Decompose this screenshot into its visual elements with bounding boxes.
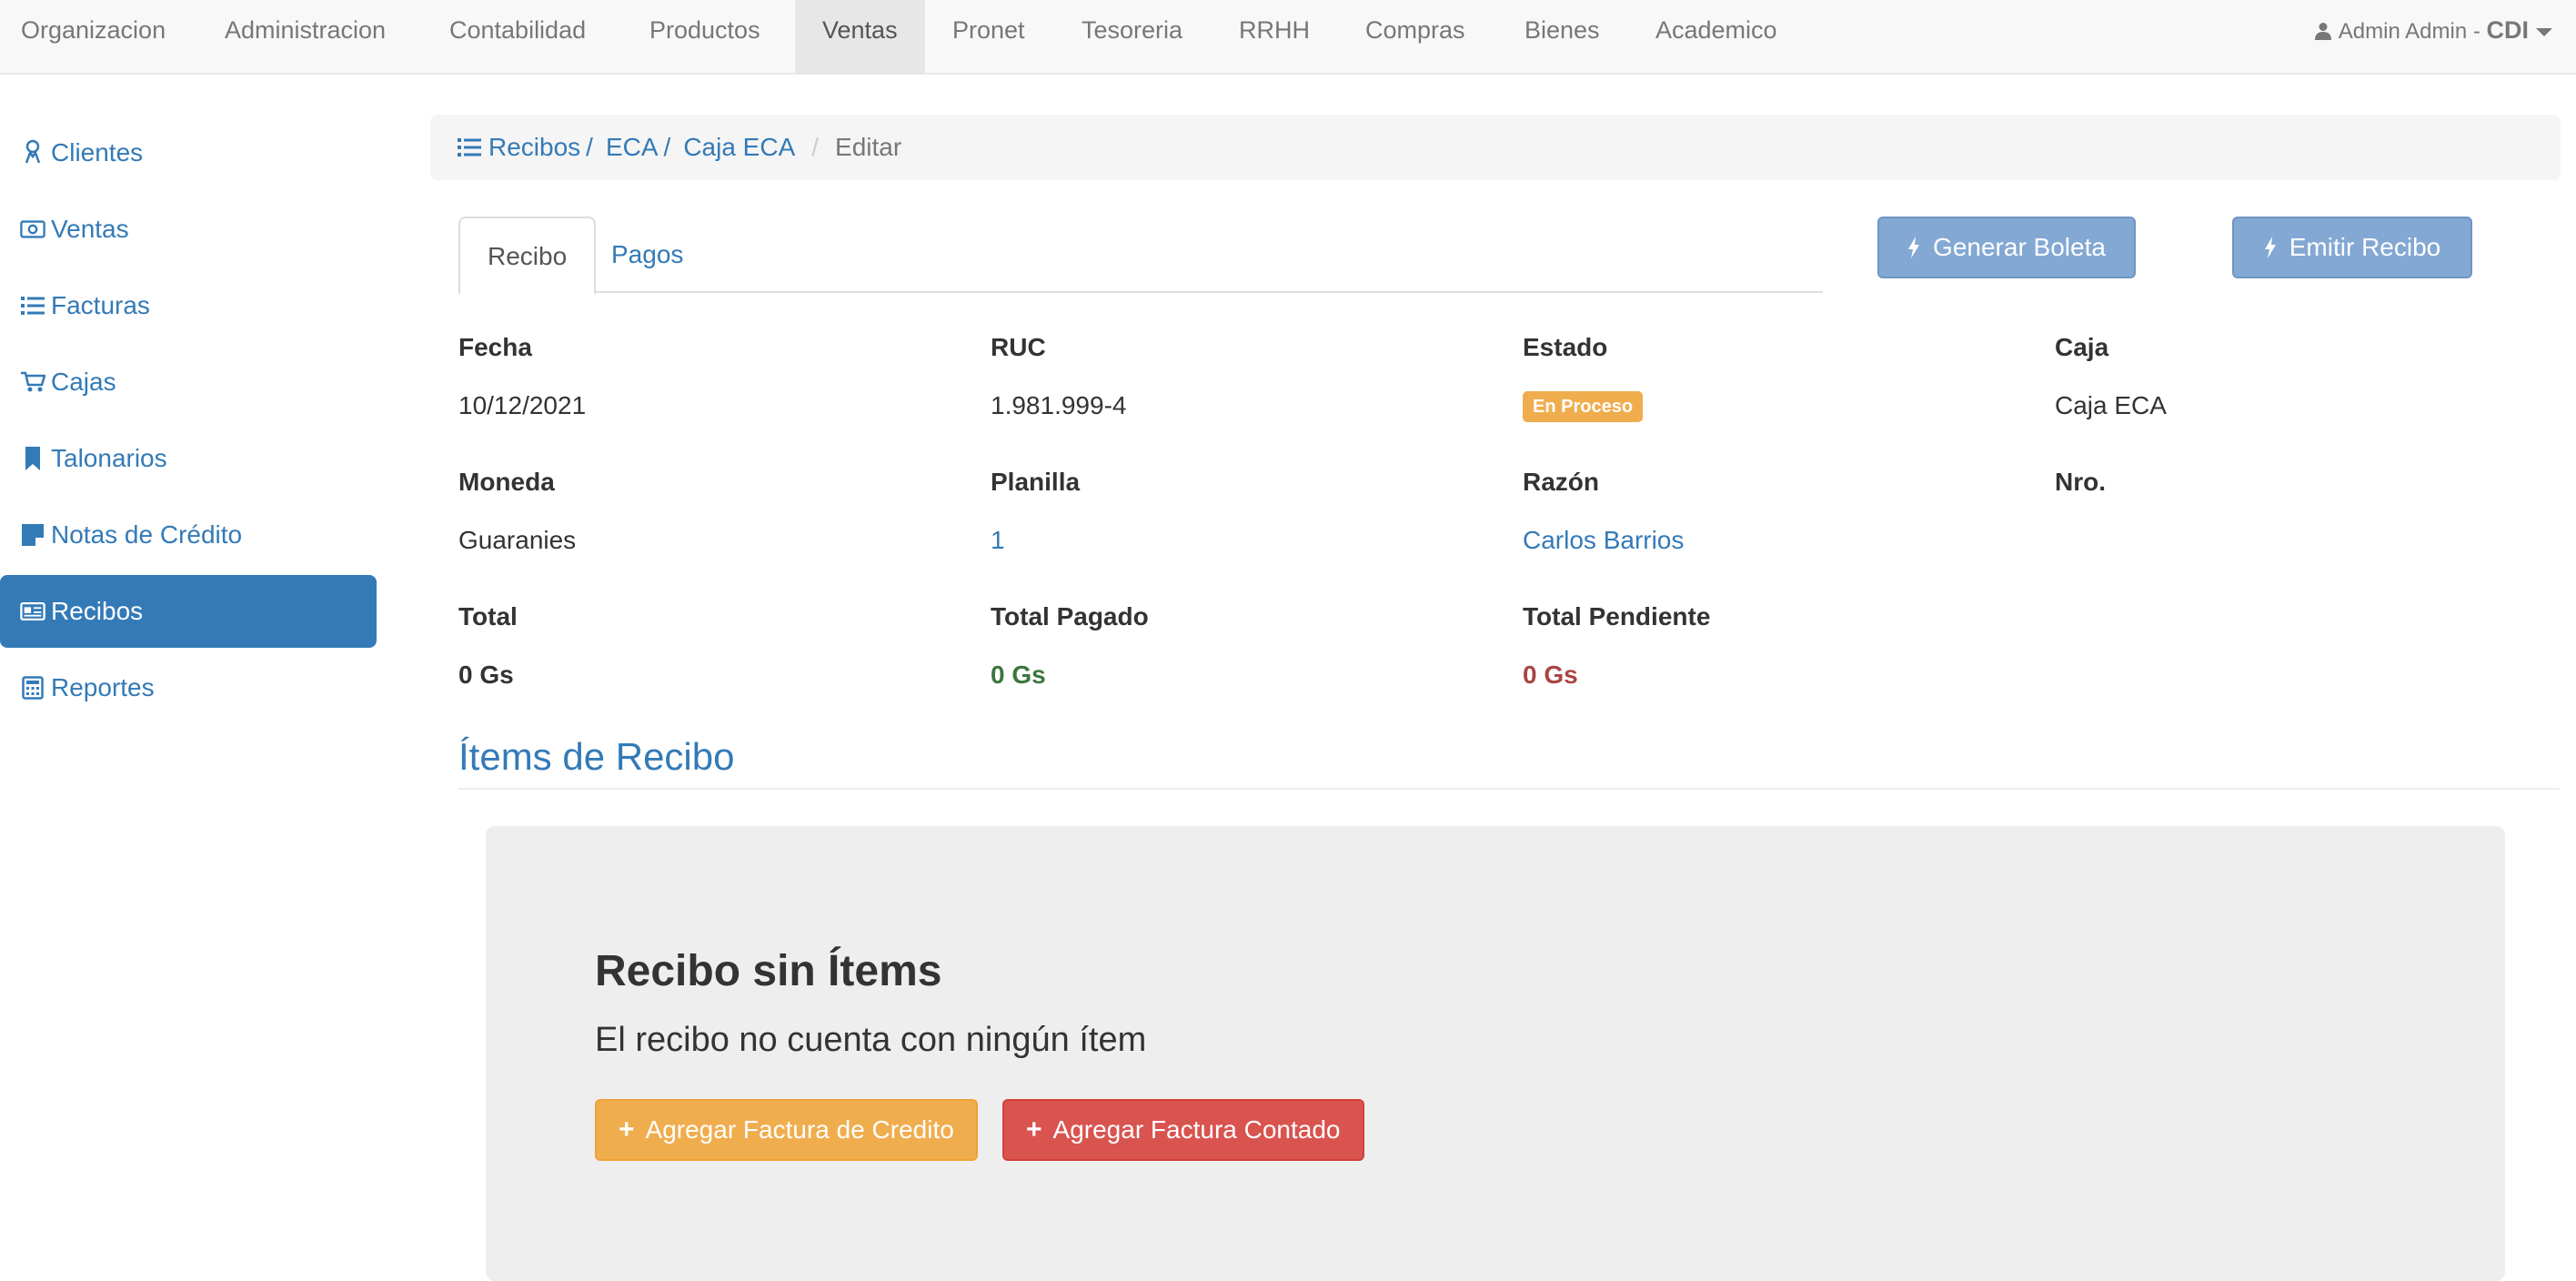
section-divider: [458, 788, 2560, 790]
calculator-icon: [22, 676, 44, 700]
user-icon: [2314, 23, 2331, 40]
fecha-label: Fecha: [458, 333, 532, 361]
empty-items-title: Recibo sin Ítems: [595, 947, 942, 995]
nav-item-bienes[interactable]: Bienes: [1524, 0, 1600, 73]
agregar-factura-credito-button[interactable]: + Agregar Factura de Credito: [595, 1099, 978, 1161]
total-pagado-label: Total Pagado: [991, 602, 1149, 630]
money-icon: [20, 220, 45, 238]
nav-item-administracion[interactable]: Administracion: [225, 0, 386, 73]
nav-item-contabilidad[interactable]: Contabilidad: [449, 0, 586, 73]
agregar-factura-contado-button[interactable]: + Agregar Factura Contado: [1002, 1099, 1364, 1161]
sidebar-item-label: Ventas: [51, 215, 129, 243]
bookmark-icon: [25, 447, 40, 470]
agregar-factura-contado-label: Agregar Factura Contado: [1052, 1115, 1341, 1144]
items-section-title: Ítems de Recibo: [458, 735, 735, 778]
tab-bar: Recibo Pagos: [458, 217, 1823, 295]
nav-item-organizacion[interactable]: Organizacion: [21, 0, 166, 73]
caja-value: Caja ECA: [2055, 391, 2167, 419]
generar-boleta-label: Generar Boleta: [1933, 233, 2106, 261]
empty-items-panel: Recibo sin Ítems El recibo no cuenta con…: [486, 826, 2505, 1281]
razon-link[interactable]: Carlos Barrios: [1523, 526, 1684, 555]
nav-item-pronet[interactable]: Pronet: [952, 0, 1025, 73]
nav-item-ventas[interactable]: Ventas: [795, 0, 925, 73]
bolt-icon: [1908, 237, 1920, 258]
nav-item-rrhh[interactable]: RRHH: [1239, 0, 1310, 73]
sidebar-item-label: Clientes: [51, 138, 144, 166]
total-pendiente-value: 0 Gs: [1523, 661, 1578, 689]
breadcrumb-separator: /: [663, 133, 671, 161]
user-name: Admin Admin: [2338, 19, 2468, 44]
sidebar-item-label: Reportes: [51, 673, 155, 701]
emitir-recibo-button[interactable]: Emitir Recibo: [2232, 217, 2472, 278]
sidebar-item-notas-de-credito[interactable]: Notas de Crédito: [0, 499, 377, 571]
emitir-recibo-label: Emitir Recibo: [2289, 233, 2441, 261]
caja-label: Caja: [2055, 333, 2109, 361]
newspaper-icon: [20, 601, 45, 621]
chevron-down-icon: [2536, 28, 2552, 37]
sidebar-item-ventas[interactable]: Ventas: [0, 193, 377, 266]
breadcrumb-link-recibos[interactable]: Recibos: [488, 133, 580, 161]
status-badge: En Proceso: [1523, 391, 1644, 422]
user-menu[interactable]: Admin Admin - CDI: [2314, 0, 2552, 60]
sidebar-item-facturas[interactable]: Facturas: [0, 269, 377, 342]
empty-items-subtitle: El recibo no cuenta con ningún ítem: [595, 1021, 1147, 1059]
sidebar-item-label: Notas de Crédito: [51, 520, 243, 549]
sidebar-item-label: Cajas: [51, 368, 116, 396]
moneda-value: Guaranies: [458, 526, 577, 554]
tab-recibo[interactable]: Recibo: [458, 217, 597, 295]
breadcrumb-link-eca[interactable]: ECA: [606, 133, 659, 161]
total-value: 0 Gs: [458, 661, 514, 689]
sidebar-item-reportes[interactable]: Reportes: [0, 651, 377, 724]
nav-item-productos[interactable]: Productos: [649, 0, 760, 73]
breadcrumb-current: Editar: [835, 133, 902, 161]
user-badge-icon: [25, 139, 41, 164]
total-pagado-value: 0 Gs: [991, 661, 1046, 689]
sidebar-item-label: Recibos: [51, 597, 144, 625]
top-navbar: Organizacion Administracion Contabilidad…: [0, 0, 2576, 75]
planilla-label: Planilla: [991, 468, 1081, 496]
agregar-factura-credito-label: Agregar Factura de Credito: [645, 1115, 954, 1144]
breadcrumb-separator: /: [811, 133, 820, 161]
cart-icon: [21, 371, 45, 392]
breadcrumb: Recibos / ECA / Caja ECA / Editar: [430, 115, 2561, 180]
sidebar-item-talonarios[interactable]: Talonarios: [0, 422, 377, 495]
generar-boleta-button[interactable]: Generar Boleta: [1877, 217, 2136, 278]
user-separator: -: [2467, 19, 2487, 44]
list-icon: [458, 138, 481, 156]
nav-item-tesoreria[interactable]: Tesoreria: [1082, 0, 1182, 73]
list-icon: [21, 297, 45, 315]
total-pendiente-label: Total Pendiente: [1523, 602, 1711, 630]
sidebar-item-clientes[interactable]: Clientes: [0, 116, 377, 189]
ruc-value: 1.981.999-4: [991, 391, 1127, 419]
nav-item-compras[interactable]: Compras: [1365, 0, 1465, 73]
sticky-note-icon: [22, 524, 44, 546]
bolt-icon: [2264, 237, 2276, 258]
sidebar-item-recibos[interactable]: Recibos: [0, 575, 377, 648]
razon-label: Razón: [1523, 468, 1599, 496]
company-name: CDI: [2486, 16, 2530, 44]
total-label: Total: [458, 602, 518, 630]
moneda-label: Moneda: [458, 468, 555, 496]
sidebar-item-label: Talonarios: [51, 444, 167, 472]
fecha-value: 10/12/2021: [458, 391, 587, 419]
breadcrumb-link-caja-eca[interactable]: Caja ECA: [683, 133, 795, 161]
plus-icon: +: [1026, 1115, 1042, 1145]
breadcrumb-separator: /: [586, 133, 593, 161]
sidebar-item-label: Facturas: [51, 291, 150, 319]
estado-label: Estado: [1523, 333, 1608, 361]
tab-pagos[interactable]: Pagos: [584, 217, 710, 293]
nro-label: Nro.: [2055, 468, 2106, 496]
sidebar-item-cajas[interactable]: Cajas: [0, 346, 377, 419]
plus-icon: +: [619, 1115, 635, 1145]
ruc-label: RUC: [991, 333, 1046, 361]
nav-item-academico[interactable]: Academico: [1655, 0, 1777, 73]
planilla-link[interactable]: 1: [991, 526, 1005, 555]
